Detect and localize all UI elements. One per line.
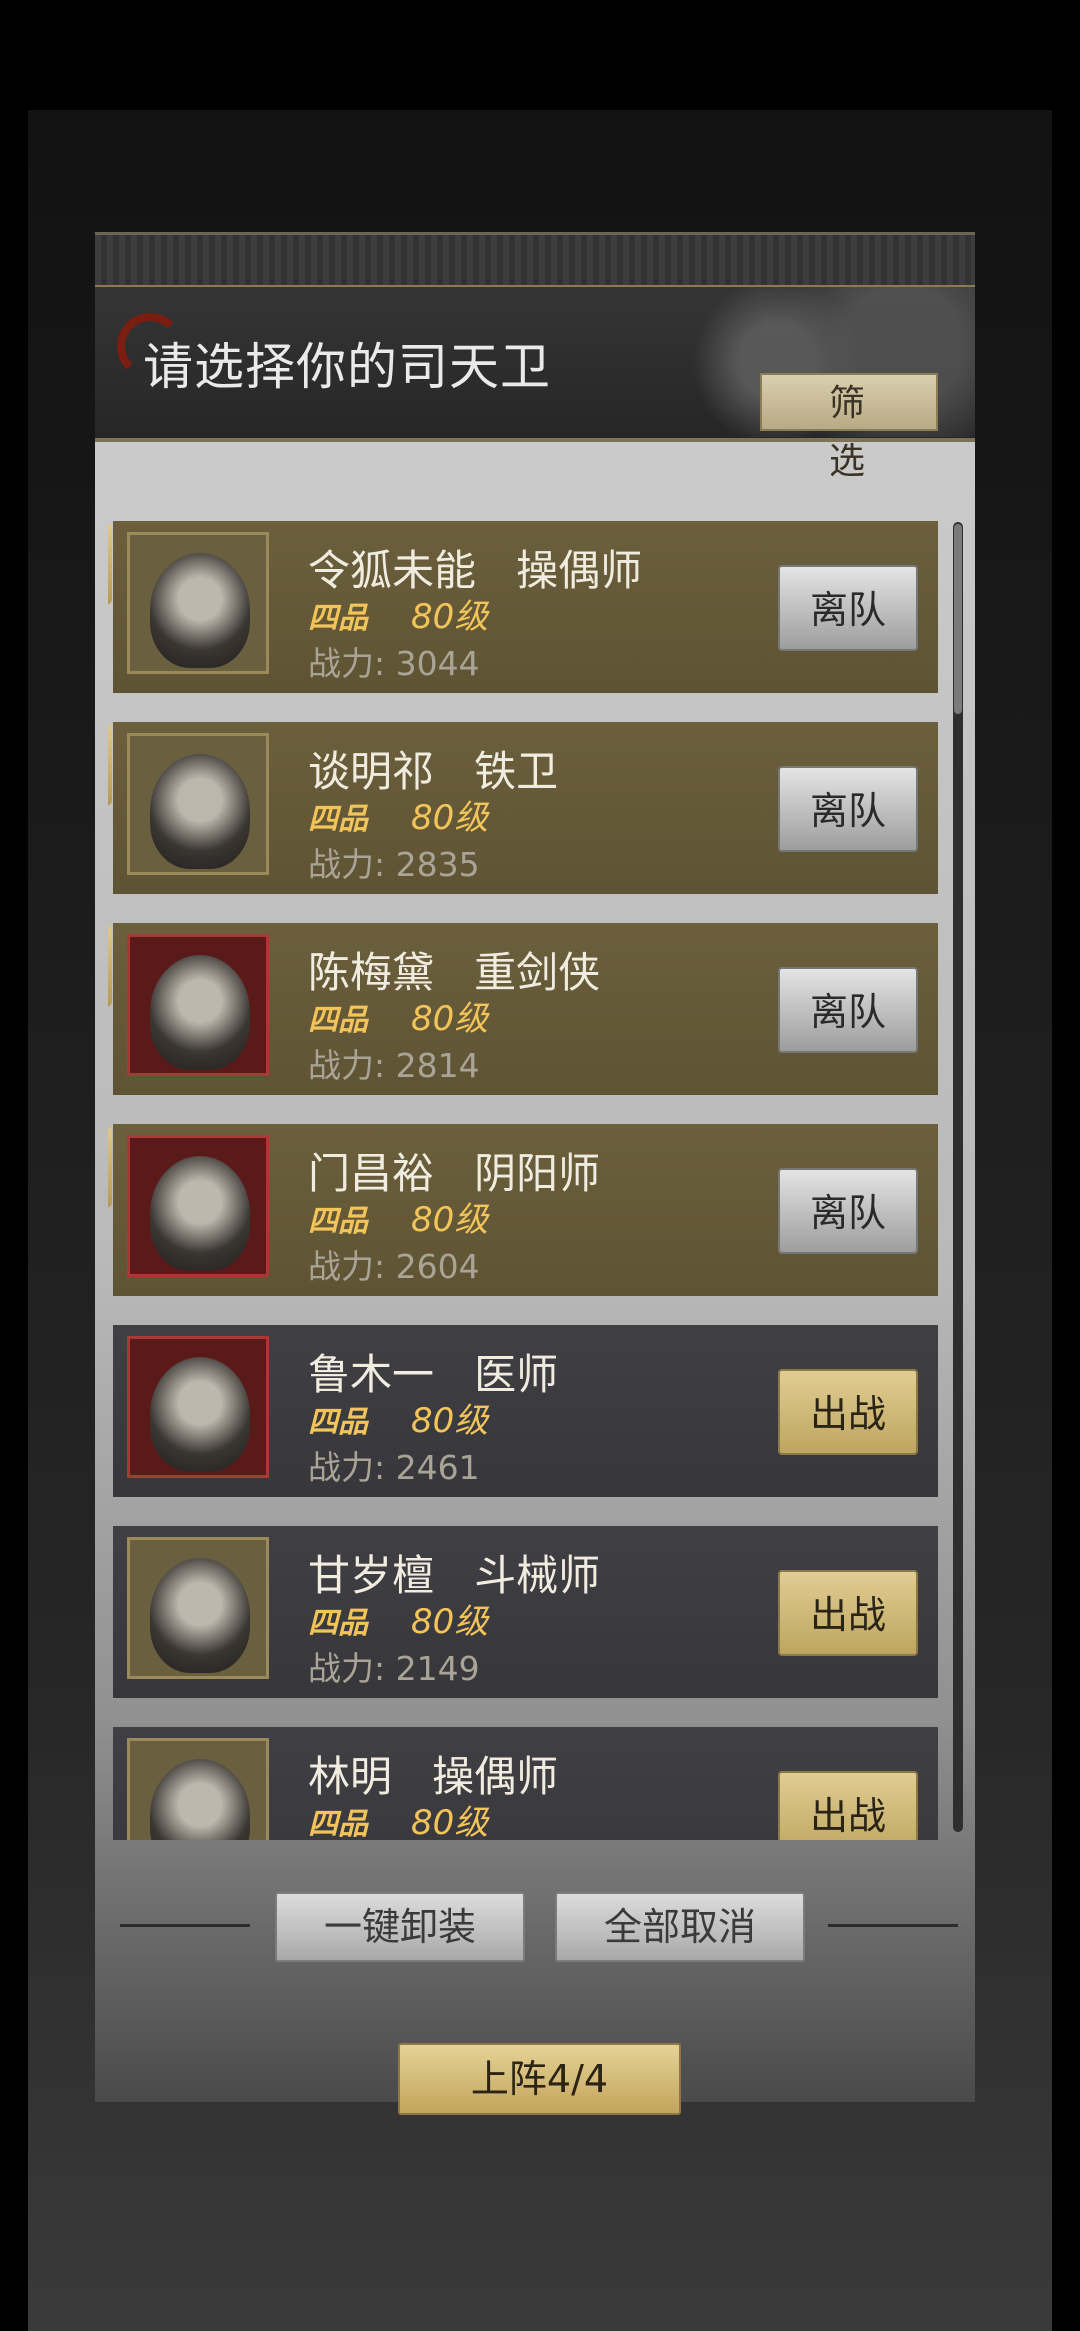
leave-team-button[interactable]: 离队 [778,967,918,1053]
header-ornament-band [95,235,975,287]
character-row[interactable]: 1令狐未能 操偶师四品80级战力: 3044离队 [108,515,938,695]
character-portrait[interactable] [127,934,269,1076]
character-row[interactable]: 甘岁檀 斗械师 四品 80级 战力: 2149 出战 [108,1520,938,1700]
character-level: 80级 [411,1803,489,1840]
deploy-character-button[interactable]: 出战 [778,1369,918,1455]
leave-team-button[interactable]: 离队 [778,766,918,852]
character-face-icon [150,754,250,869]
character-grade: 四品 [308,1405,368,1440]
character-grade: 四品 [308,1003,368,1038]
character-row[interactable]: 林明 操偶师 四品 80级 出战 [108,1721,938,1840]
character-level: 80级 [411,597,489,637]
character-grade: 四品 [308,1606,368,1641]
character-row[interactable]: 3陈梅黛 重剑侠四品80级战力: 2814离队 [108,917,938,1097]
character-level: 80级 [411,1200,489,1240]
character-face-icon [150,1357,250,1472]
character-portrait[interactable] [127,733,269,875]
character-face-icon [150,1156,250,1271]
slot-number-badge: 3 [108,925,112,1007]
character-level: 80级 [411,1602,489,1642]
character-grade: 四品 [308,601,368,636]
cancel-all-button[interactable]: 全部取消 [555,1892,805,1962]
deploy-character-button[interactable]: 出战 [778,1570,918,1656]
character-portrait[interactable] [127,1336,269,1478]
character-class: 重剑侠 [474,948,601,997]
character-class: 医师 [474,1350,559,1399]
character-portrait[interactable] [127,532,269,674]
character-grade: 四品 [308,1204,368,1239]
character-power: 战力: 3044 [308,644,480,683]
character-class: 操偶师 [432,1752,559,1801]
leave-team-button[interactable]: 离队 [778,565,918,651]
character-portrait[interactable] [127,1738,269,1840]
divider-right [828,1924,958,1927]
slot-number-badge: 4 [108,1126,112,1208]
character-power: 战力: 2461 [308,1448,480,1487]
character-row[interactable]: 2谈明祁 铁卫四品80级战力: 2835离队 [108,716,938,896]
leave-team-button[interactable]: 离队 [778,1168,918,1254]
character-face-icon [150,553,250,668]
page-title: 请选择你的司天卫 [143,338,551,396]
character-face-icon [150,955,250,1070]
character-grade: 四品 [308,802,368,837]
panel-header: 请选择你的司天卫 筛 选 [95,232,975,482]
character-level: 80级 [411,1401,489,1441]
character-power: 战力: 2835 [308,845,480,884]
character-grade: 四品 [308,1807,368,1840]
character-class: 铁卫 [474,747,559,796]
unequip-all-button[interactable]: 一键卸装 [275,1892,525,1962]
character-face-icon [150,1759,250,1840]
deploy-button[interactable]: 上阵4/4 [398,2043,681,2115]
deploy-character-button[interactable]: 出战 [778,1771,918,1840]
character-row[interactable]: 4门昌裕 阴阳师四品80级战力: 2604离队 [108,1118,938,1298]
character-class: 阴阳师 [474,1149,601,1198]
scrollbar-thumb[interactable] [954,524,962,714]
character-list[interactable]: 1令狐未能 操偶师四品80级战力: 3044离队2谈明祁 铁卫四品80级战力: … [108,515,938,1840]
slot-number-badge: 1 [108,523,112,605]
list-scrollbar[interactable] [953,522,963,1832]
character-class: 斗械师 [474,1551,601,1600]
character-power: 战力: 2814 [308,1046,480,1085]
divider-left [120,1924,250,1927]
character-face-icon [150,1558,250,1673]
character-portrait[interactable] [127,1135,269,1277]
character-power: 战力: 2149 [308,1649,480,1688]
character-level: 80级 [411,798,489,838]
character-power: 战力: 2604 [308,1247,480,1286]
character-level: 80级 [411,999,489,1039]
filter-button[interactable]: 筛 选 [760,373,938,482]
character-class: 操偶师 [516,546,643,595]
character-portrait[interactable] [127,1537,269,1679]
slot-number-badge: 2 [108,724,112,806]
character-row[interactable]: 鲁木一 医师 四品 80级 战力: 2461 出战 [108,1319,938,1499]
